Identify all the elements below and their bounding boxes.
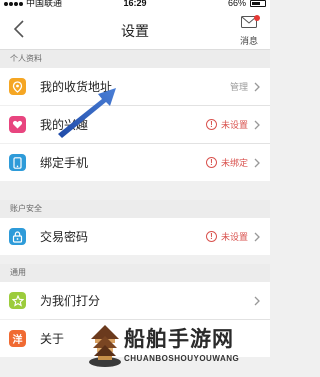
section-header-profile: 个人资料 bbox=[0, 50, 270, 68]
row-trade-password[interactable]: 交易密码 ! 未设置 bbox=[0, 218, 270, 255]
battery-percent: 66% bbox=[227, 0, 246, 8]
battery-icon bbox=[250, 0, 266, 7]
status-bar: 中国联通 16:29 66% bbox=[0, 0, 270, 9]
lock-icon bbox=[9, 228, 26, 245]
messages-button[interactable]: 消息 bbox=[236, 15, 262, 46]
section-header-general: 通用 bbox=[0, 264, 270, 282]
watermark-title: 船舶手游网 bbox=[124, 327, 234, 351]
star-icon bbox=[9, 292, 26, 309]
page-title: 设置 bbox=[121, 23, 149, 39]
alert-icon: ! bbox=[205, 119, 217, 130]
status-text: 未绑定 bbox=[220, 158, 248, 168]
status-text: 未设置 bbox=[220, 232, 248, 242]
row-label: 为我们打分 bbox=[40, 294, 101, 308]
phone-icon bbox=[9, 154, 26, 171]
chevron-right-icon bbox=[254, 158, 260, 167]
status-indicator: ! 未设置 bbox=[205, 118, 248, 131]
location-icon bbox=[9, 78, 26, 95]
row-interests[interactable]: 我的兴趣 ! 未设置 bbox=[0, 106, 270, 143]
pagoda-logo-icon bbox=[89, 325, 121, 367]
manage-link[interactable]: 管理 bbox=[230, 80, 248, 93]
alert-icon: ! bbox=[205, 231, 217, 242]
row-shipping-address[interactable]: 我的收货地址 管理 bbox=[0, 68, 270, 105]
row-label: 我的兴趣 bbox=[40, 118, 89, 132]
row-label: 交易密码 bbox=[40, 230, 89, 244]
row-rate-us[interactable]: 为我们打分 bbox=[0, 282, 270, 319]
section-header-account-security: 账户安全 bbox=[0, 200, 270, 218]
row-label: 绑定手机 bbox=[40, 156, 89, 170]
navigation-bar: 设置 消息 bbox=[0, 9, 270, 50]
messages-label: 消息 bbox=[239, 36, 258, 46]
chevron-right-icon bbox=[254, 296, 260, 305]
chevron-right-icon bbox=[254, 232, 260, 241]
alert-icon: ! bbox=[205, 157, 217, 168]
heart-icon bbox=[9, 116, 26, 133]
watermark-subtitle: CHUANBOSHOUYOUWANG bbox=[124, 354, 240, 363]
unread-badge bbox=[254, 15, 260, 21]
row-label: 我的收货地址 bbox=[40, 80, 113, 94]
status-indicator: ! 未设置 bbox=[205, 230, 248, 243]
status-indicator: ! 未绑定 bbox=[205, 156, 248, 169]
chevron-right-icon bbox=[254, 82, 260, 91]
row-bind-phone[interactable]: 绑定手机 ! 未绑定 bbox=[0, 144, 270, 181]
status-text: 管理 bbox=[229, 82, 248, 92]
watermark-logo: 船舶手游网 CHUANBOSHOUYOUWANG bbox=[88, 316, 266, 377]
about-icon: 洋 bbox=[9, 330, 26, 347]
chevron-right-icon bbox=[254, 120, 260, 129]
status-text: 未设置 bbox=[220, 120, 248, 130]
